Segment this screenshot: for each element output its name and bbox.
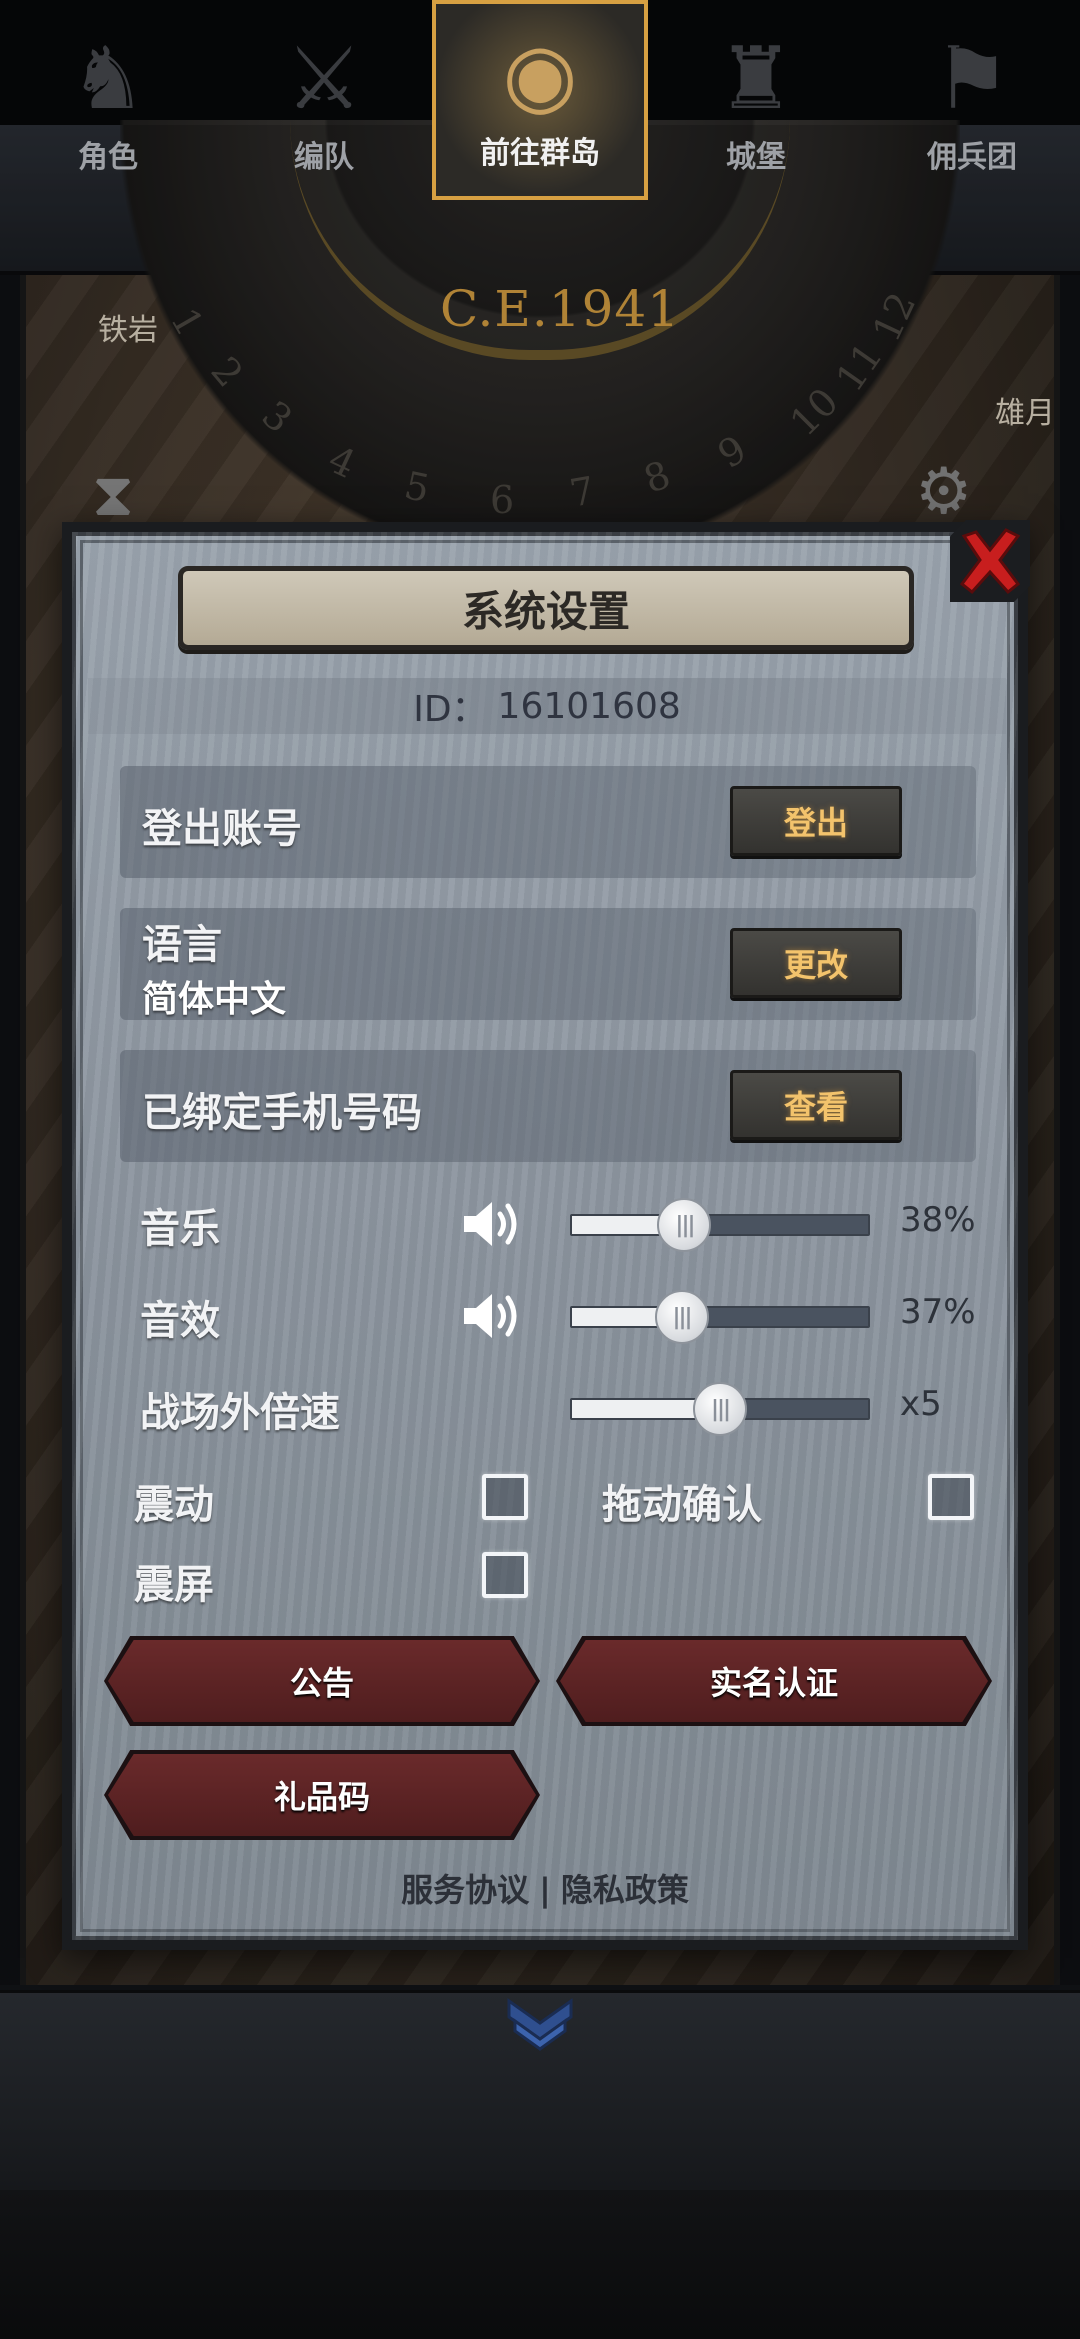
nav-item-mercenary[interactable]: ⚑ 佣兵团	[864, 0, 1080, 200]
music-slider-handle[interactable]: |||	[657, 1198, 712, 1252]
sfx-label: 音效	[140, 1298, 220, 1344]
phone-row: 已绑定手机号码 查看	[120, 1050, 976, 1162]
music-setting: 音乐 ||| 38%	[120, 1188, 980, 1258]
link-separator: |	[539, 1871, 551, 1909]
drag-confirm-checkbox[interactable]	[928, 1474, 974, 1520]
speed-slider[interactable]: |||	[570, 1382, 870, 1436]
vibration-checkbox[interactable]	[482, 1474, 528, 1520]
screen-shake-checkbox[interactable]	[482, 1552, 528, 1598]
nav-item-character[interactable]: ♞ 角色	[0, 0, 216, 200]
speed-label: 战场外倍速	[140, 1390, 340, 1436]
nav-label: 城堡	[726, 140, 786, 175]
logout-row: 登出账号 登出	[120, 766, 976, 878]
id-value: 16101608	[497, 685, 681, 727]
language-row: 语言 简体中文 更改	[120, 908, 976, 1020]
speed-slider-handle[interactable]: |||	[693, 1382, 747, 1436]
close-icon	[959, 528, 1021, 595]
gift-code-button-label: 礼品码	[273, 1778, 370, 1816]
sfx-slider-handle[interactable]: |||	[654, 1290, 709, 1344]
nav-label: 角色	[78, 140, 138, 175]
language-value: 简体中文	[142, 979, 287, 1020]
change-language-button-label: 更改	[783, 946, 848, 984]
squad-icon: ⚔	[285, 29, 363, 129]
privacy-policy-link[interactable]: 隐私政策	[561, 1871, 689, 1909]
sfx-value: 37%	[900, 1292, 976, 1332]
view-phone-button-label: 查看	[783, 1088, 848, 1126]
speed-value: x5	[900, 1384, 942, 1424]
castle-icon: ♜	[717, 29, 795, 129]
real-name-verify-button-label: 实名认证	[709, 1664, 838, 1702]
dialog-title: 系统设置	[461, 586, 630, 636]
speaker-icon[interactable]	[460, 1288, 526, 1344]
nav-item-castle[interactable]: ♜ 城堡	[648, 0, 864, 200]
music-value: 38%	[900, 1200, 976, 1240]
logout-button[interactable]: 登出	[730, 786, 902, 856]
vibration-label: 震动	[134, 1482, 214, 1528]
nav-label: 佣兵团	[927, 140, 1017, 175]
chevron-down-icon	[507, 1998, 573, 2051]
close-button[interactable]	[950, 520, 1030, 602]
dialog-title-banner: 系统设置	[178, 566, 914, 650]
sfx-setting: 音效 ||| 37%	[120, 1280, 980, 1350]
screen-shake-label: 震屏	[134, 1562, 214, 1608]
announcement-button[interactable]: 公告	[104, 1636, 540, 1726]
music-label: 音乐	[140, 1206, 220, 1252]
change-language-button[interactable]: 更改	[730, 928, 902, 998]
nav-item-islands[interactable]: ◉ 前往群岛	[432, 0, 648, 200]
logout-button-label: 登出	[783, 804, 848, 842]
phone-label: 已绑定手机号码	[142, 1090, 422, 1136]
sfx-slider[interactable]: |||	[570, 1290, 870, 1344]
knight-icon: ♞	[69, 29, 147, 129]
speaker-icon[interactable]	[460, 1196, 526, 1252]
nav-label: 前往群岛	[480, 136, 600, 171]
footer-strip	[0, 2190, 1080, 2339]
real-name-verify-button[interactable]: 实名认证	[556, 1636, 992, 1726]
user-id-bar: ID： 16101608	[88, 678, 1006, 734]
gift-code-button[interactable]: 礼品码	[104, 1750, 540, 1840]
id-label: ID：	[413, 689, 488, 730]
language-label: 语言	[142, 922, 222, 968]
nav-label: 编队	[294, 140, 354, 175]
speed-setting: 战场外倍速 ||| x5	[120, 1372, 980, 1442]
music-slider[interactable]: |||	[570, 1198, 870, 1252]
mercenary-icon: ⚑	[933, 29, 1011, 129]
policy-links: 服务协议 | 隐私政策	[62, 1865, 1028, 1911]
service-agreement-link[interactable]: 服务协议	[401, 1871, 529, 1909]
view-phone-button[interactable]: 查看	[730, 1070, 902, 1140]
logout-label: 登出账号	[142, 806, 302, 852]
island-icon: ◉	[502, 25, 578, 125]
drag-confirm-label: 拖动确认	[602, 1482, 762, 1528]
nav-item-squad[interactable]: ⚔ 编队	[216, 0, 432, 200]
announcement-button-label: 公告	[289, 1664, 354, 1702]
